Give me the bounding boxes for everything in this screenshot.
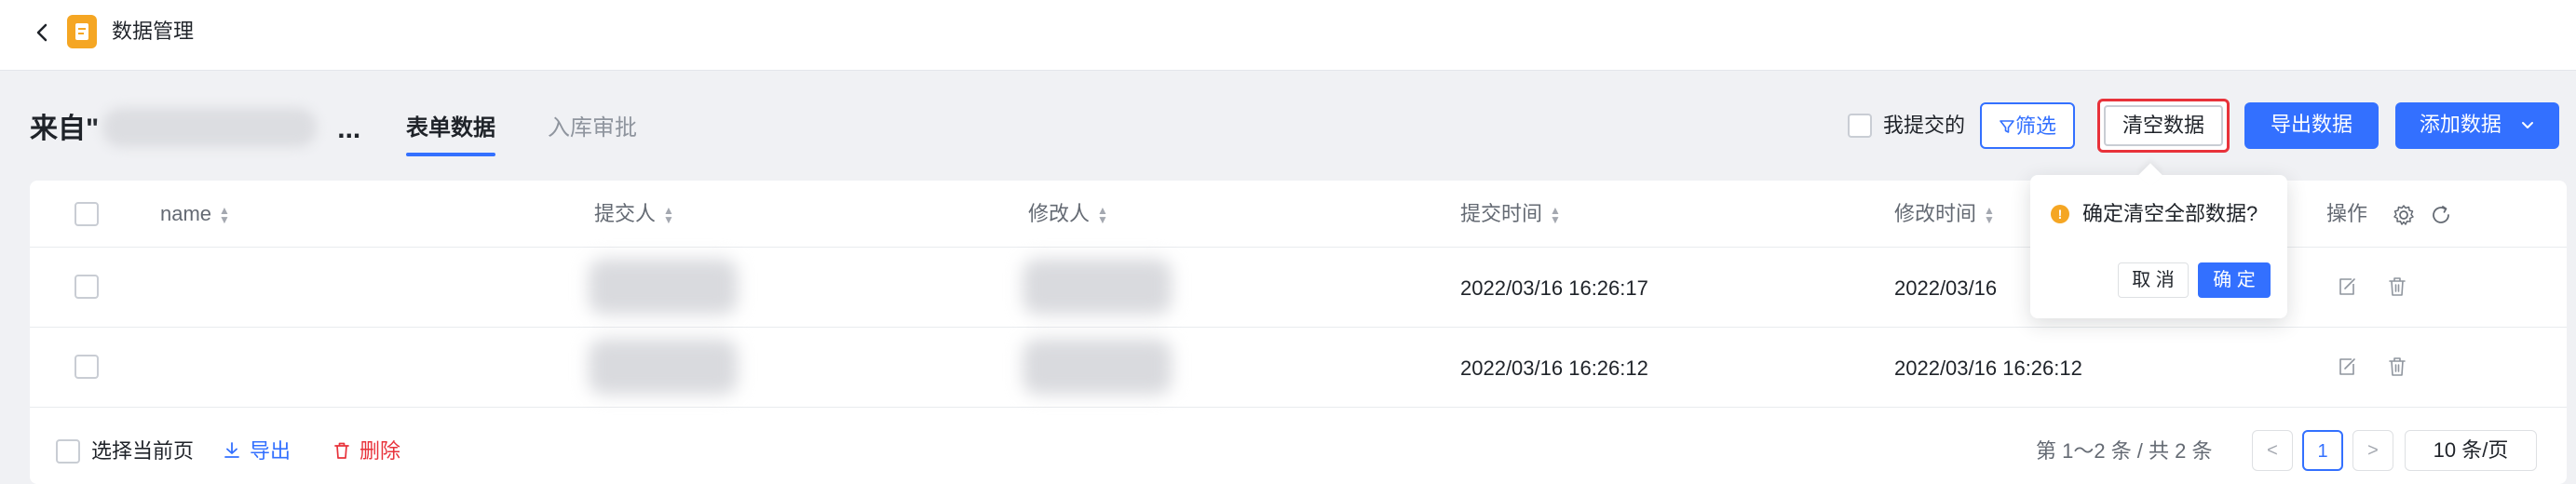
bulk-export-button[interactable]: 导出: [222, 437, 291, 465]
bulk-delete-button[interactable]: 删除: [332, 437, 400, 465]
chevron-down-icon: [2522, 122, 2534, 128]
my-submissions-checkbox[interactable]: [1848, 114, 1872, 138]
page-1-button[interactable]: 1: [2302, 430, 2343, 471]
download-icon: [224, 442, 239, 458]
bulk-export-label: 导出: [250, 439, 291, 463]
blurred-modifier: [1023, 339, 1172, 395]
trash-icon[interactable]: [2384, 274, 2410, 300]
confirm-button[interactable]: 确 定: [2198, 262, 2271, 298]
sort-icon: ▲ ▼: [1984, 204, 1995, 227]
submit-time-cell: 2022/03/16 16:26:12: [1460, 356, 1648, 380]
blurred-form-name: [102, 108, 317, 147]
export-data-button[interactable]: 导出数据: [2244, 102, 2379, 149]
column-actions-label: 操作: [2326, 202, 2368, 225]
column-modify-time-label: 修改时间: [1894, 202, 1977, 225]
pager-total: 第 1～2 条 / 共 2 条: [2036, 439, 2213, 463]
page-title-suffix: ...: [337, 114, 361, 144]
column-header-modifier[interactable]: 修改人 ▲ ▼: [1028, 199, 1108, 229]
trash-icon[interactable]: [2384, 354, 2410, 380]
blurred-modifier: [1023, 259, 1172, 315]
select-all-checkbox[interactable]: [75, 202, 99, 226]
chevron-left-icon[interactable]: [26, 17, 58, 48]
prev-page-button[interactable]: <: [2252, 430, 2293, 471]
bulk-delete-label: 删除: [359, 439, 401, 463]
column-header-name[interactable]: name ▲ ▼: [160, 199, 230, 229]
cancel-button[interactable]: 取 消: [2118, 262, 2189, 298]
warning-icon: !: [2051, 205, 2069, 223]
tab-form-data[interactable]: 表单数据: [406, 112, 495, 156]
clear-confirm-popover: ! 确定清空全部数据? 取 消 确 定: [2030, 163, 2287, 318]
blurred-submitter: [589, 339, 738, 395]
filter-button[interactable]: 筛选: [1980, 102, 2075, 149]
add-data-label: 添加数据: [2419, 113, 2501, 136]
document-icon: [67, 15, 97, 48]
blurred-submitter: [589, 259, 738, 315]
row-checkbox[interactable]: [75, 355, 99, 379]
modify-time-cell: 2022/03/16: [1894, 276, 1998, 300]
sort-icon: ▲ ▼: [1550, 204, 1561, 227]
select-page-label: 选择当前页: [91, 439, 195, 463]
column-header-submit-time[interactable]: 提交时间 ▲ ▼: [1460, 199, 1561, 229]
page-size-select[interactable]: 10 条/页: [2405, 430, 2537, 471]
column-submit-time-label: 提交时间: [1460, 202, 1543, 225]
table-row[interactable]: 2022/03/16 16:26:12 2022/03/16 16:26:12: [30, 328, 2567, 408]
modify-time-cell: 2022/03/16 16:26:12: [1894, 356, 2082, 380]
column-header-modify-time[interactable]: 修改时间 ▲ ▼: [1894, 199, 1995, 229]
clear-data-button[interactable]: 清空数据: [2104, 105, 2223, 146]
clear-data-highlight: 清空数据: [2097, 99, 2230, 153]
confirm-message: 确定清空全部数据?: [2082, 202, 2258, 225]
column-modifier-label: 修改人: [1028, 202, 1091, 225]
edit-icon[interactable]: [2334, 274, 2360, 300]
tab-storage-approval[interactable]: 入库审批: [548, 112, 637, 145]
column-name-label: name: [160, 202, 212, 225]
trash-icon: [334, 442, 349, 459]
add-data-button[interactable]: 添加数据: [2395, 102, 2559, 149]
row-checkbox[interactable]: [75, 275, 99, 299]
column-submitter-label: 提交人: [594, 202, 657, 225]
next-page-button[interactable]: >: [2352, 430, 2393, 471]
sort-icon: ▲ ▼: [219, 204, 230, 227]
filter-label: 筛选: [2014, 114, 2056, 138]
submit-time-cell: 2022/03/16 16:26:17: [1460, 276, 1648, 300]
app-title: 数据管理: [112, 20, 195, 43]
my-submissions-label: 我提交的: [1883, 114, 1966, 137]
sort-icon: ▲ ▼: [1097, 204, 1108, 227]
page-title-prefix: 来自": [30, 114, 100, 144]
refresh-icon[interactable]: [2429, 203, 2453, 227]
column-header-submitter[interactable]: 提交人 ▲ ▼: [594, 199, 674, 229]
sort-icon: ▲ ▼: [663, 204, 674, 227]
popover-arrow: [2138, 163, 2162, 187]
select-page-checkbox[interactable]: [56, 439, 80, 464]
edit-icon[interactable]: [2334, 354, 2360, 380]
column-header-actions: 操作: [2326, 199, 2367, 229]
top-header: 数据管理: [0, 0, 2576, 71]
gear-icon[interactable]: [2392, 203, 2416, 227]
filter-icon: [2000, 120, 2014, 133]
